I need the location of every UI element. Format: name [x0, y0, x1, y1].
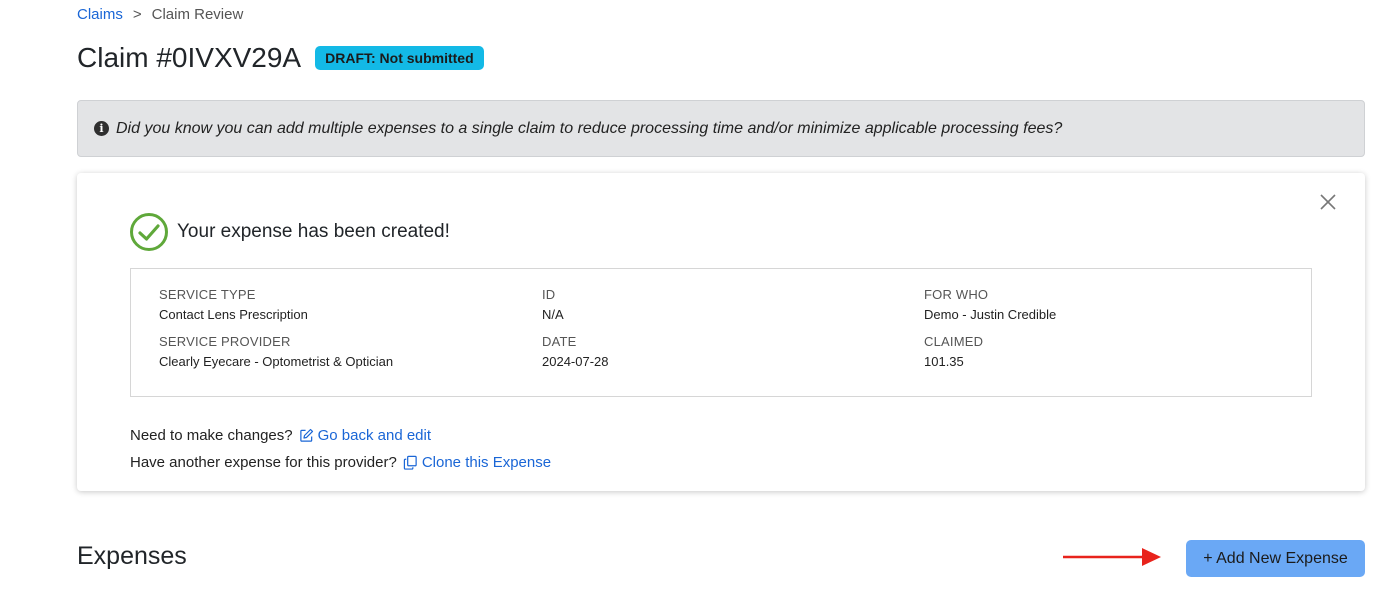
- detail-value: Clearly Eyecare - Optometrist & Optician: [159, 354, 394, 369]
- detail-value: 101.35: [924, 354, 964, 369]
- expense-details: SERVICE TYPE Contact Lens Prescription I…: [130, 268, 1312, 397]
- detail-service-provider: SERVICE PROVIDER Clearly Eyecare - Optom…: [159, 334, 393, 369]
- tip-banner: i Did you know you can add multiple expe…: [77, 100, 1365, 157]
- expenses-heading: Expenses: [77, 542, 187, 570]
- follow-up-actions: Need to make changes? Go back and edit H…: [130, 422, 551, 476]
- detail-date: DATE 2024-07-28: [542, 334, 609, 369]
- detail-label: SERVICE PROVIDER: [159, 334, 291, 349]
- edit-link-label: Go back and edit: [317, 427, 432, 444]
- detail-label: FOR WHO: [924, 287, 989, 302]
- changes-prompt: Need to make changes?: [130, 427, 293, 444]
- breadcrumb-claims-link[interactable]: Claims: [77, 6, 123, 23]
- title-row: Claim #0IVXV29A DRAFT: Not submitted: [77, 42, 484, 74]
- detail-value: N/A: [542, 307, 564, 322]
- edit-row: Need to make changes? Go back and edit: [130, 422, 551, 449]
- tip-text: Did you know you can add multiple expens…: [116, 119, 1063, 137]
- page-title: Claim #0IVXV29A: [77, 42, 302, 73]
- clone-row: Have another expense for this provider? …: [130, 449, 551, 476]
- edit-icon: [299, 428, 313, 442]
- detail-value: 2024-07-28: [542, 354, 609, 369]
- status-badge: DRAFT: Not submitted: [315, 46, 484, 70]
- detail-service-type: SERVICE TYPE Contact Lens Prescription: [159, 287, 308, 322]
- close-icon[interactable]: [1317, 191, 1339, 213]
- expense-created-card: Your expense has been created! SERVICE T…: [77, 173, 1365, 491]
- breadcrumb-current: Claim Review: [151, 6, 244, 23]
- clone-expense-link[interactable]: Clone this Expense: [403, 454, 551, 471]
- detail-value: Demo - Justin Credible: [924, 307, 1057, 322]
- detail-label: DATE: [542, 334, 577, 349]
- detail-label: CLAIMED: [924, 334, 984, 349]
- detail-claimed: CLAIMED 101.35: [924, 334, 983, 369]
- info-icon: i: [94, 121, 109, 136]
- clone-prompt: Have another expense for this provider?: [130, 454, 397, 471]
- arrow-right-icon: [1063, 548, 1161, 566]
- detail-label: SERVICE TYPE: [159, 287, 256, 302]
- success-title: Your expense has been created!: [177, 221, 450, 242]
- clone-link-label: Clone this Expense: [421, 454, 552, 471]
- copy-icon: [403, 455, 417, 470]
- go-back-edit-link[interactable]: Go back and edit: [299, 427, 431, 444]
- detail-label: ID: [542, 287, 556, 302]
- add-new-expense-button[interactable]: + Add New Expense: [1186, 540, 1365, 577]
- breadcrumb: Claims > Claim Review: [77, 6, 243, 23]
- success-header: Your expense has been created!: [129, 212, 450, 252]
- detail-value: Contact Lens Prescription: [159, 307, 308, 322]
- detail-for-who: FOR WHO Demo - Justin Credible: [924, 287, 1056, 322]
- breadcrumb-separator: >: [132, 6, 142, 23]
- check-circle-icon: [130, 213, 168, 251]
- detail-id: ID N/A: [542, 287, 564, 322]
